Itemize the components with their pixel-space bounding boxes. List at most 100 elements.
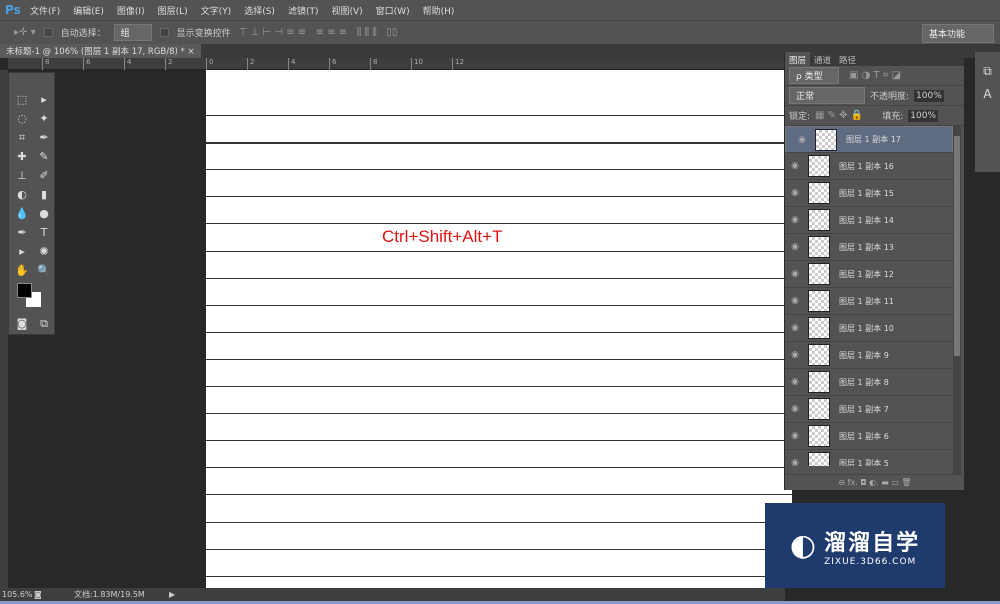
lock-icons[interactable]: ▦ ✎ ✥ 🔒 — [815, 110, 863, 121]
screen-mode-icon[interactable]: ⧉ — [35, 317, 53, 333]
visibility-eye-icon[interactable]: ◉ — [785, 350, 805, 360]
panel-tab[interactable]: 通道 — [810, 52, 835, 66]
menu-item[interactable]: 文件(F) — [30, 4, 60, 17]
layer-name: 图层 1 副本 16 — [839, 161, 894, 171]
opacity-input[interactable]: 100% — [914, 89, 944, 102]
menu-item[interactable]: 选择(S) — [244, 4, 275, 17]
layer-row[interactable]: ◉ 图层 1 副本 6 — [785, 423, 953, 450]
layer-row[interactable]: ◉ 图层 1 副本 14 — [785, 207, 953, 234]
show-transform-label: 显示变换控件 — [176, 29, 231, 39]
layer-row[interactable]: ◉ 图层 1 副本 9 — [785, 342, 953, 369]
status-menu-arrow[interactable]: ▶ — [169, 590, 175, 599]
tool-button[interactable]: ✋ — [13, 264, 31, 280]
tool-button[interactable]: ✺ — [35, 245, 53, 261]
horizontal-line — [206, 142, 792, 145]
menu-item[interactable]: 文字(Y) — [201, 4, 232, 17]
visibility-eye-icon[interactable]: ◉ — [785, 269, 805, 279]
tool-button[interactable]: 🔍 — [35, 264, 53, 280]
visibility-eye-icon[interactable]: ◉ — [785, 404, 805, 414]
layer-row[interactable]: ◉ 图层 1 副本 15 — [785, 180, 953, 207]
tool-button[interactable]: ✦ — [35, 112, 53, 128]
menu-item[interactable]: 帮助(H) — [423, 4, 455, 17]
tool-button[interactable]: ✒ — [13, 226, 31, 242]
tool-button[interactable]: ◌ — [13, 112, 31, 128]
blend-mode-dropdown[interactable]: 正常 — [789, 87, 865, 104]
layer-row[interactable]: ◉ 图层 1 副本 12 — [785, 261, 953, 288]
tool-button[interactable]: ● — [35, 207, 53, 223]
close-icon[interactable]: × — [188, 47, 195, 57]
panel-tab[interactable]: 图层 — [785, 52, 811, 66]
tool-button[interactable]: ✒ — [35, 131, 53, 147]
zoom-level[interactable]: 105.6% — [0, 590, 34, 599]
fill-input[interactable]: 100% — [908, 109, 939, 122]
layer-row[interactable]: ◉ 图层 1 副本 16 — [785, 153, 953, 180]
layer-row[interactable]: ◉ 图层 1 副本 13 — [785, 234, 953, 261]
visibility-eye-icon[interactable]: ◉ — [785, 377, 805, 387]
visibility-eye-icon[interactable]: ◉ — [785, 188, 805, 198]
horizontal-line — [206, 115, 792, 116]
layer-thumbnail — [808, 398, 830, 420]
visibility-eye-icon[interactable]: ◉ — [785, 161, 805, 171]
align-icons[interactable]: ⊤ ⊥ ⊢ ⊣ ≡ ≡ ≡ ≡ ≡ ⫼ ⫼ ⫼ ▯▯ — [239, 27, 398, 38]
visibility-eye-icon[interactable]: ◉ — [785, 323, 805, 333]
visibility-eye-icon[interactable]: ◉ — [785, 296, 805, 306]
visibility-eye-icon[interactable]: ◉ — [785, 431, 805, 441]
document-tab[interactable]: 未标题-1 @ 106% (图层 1 副本 17, RGB/8) * × — [0, 44, 201, 58]
quick-mask-icon[interactable]: ◙ — [13, 317, 31, 333]
layer-row[interactable]: ◉ 图层 1 副本 11 — [785, 288, 953, 315]
tool-button[interactable]: ⬚ — [13, 93, 31, 109]
visibility-eye-icon[interactable]: ◉ — [785, 215, 805, 225]
layer-thumbnail — [815, 128, 837, 151]
layer-row[interactable]: ◉ 图层 1 副本 17 — [785, 126, 953, 153]
horizontal-line — [206, 331, 792, 333]
auto-select-dropdown[interactable]: 组 — [113, 24, 152, 41]
menu-item[interactable]: 视图(V) — [331, 4, 362, 17]
tool-button[interactable]: ✎ — [35, 150, 53, 166]
ruler-tick: 2 — [247, 58, 254, 70]
horizontal-line — [206, 521, 792, 523]
canvas[interactable] — [206, 70, 792, 588]
layer-row[interactable]: ◉ 图层 1 副本 5 — [785, 450, 953, 466]
status-bar: 105.6% ◙ 文档:1.83M/19.5M ▶ — [0, 588, 785, 601]
layer-thumbnail — [808, 182, 830, 204]
character-icon[interactable]: A — [975, 87, 1000, 101]
panel-tab[interactable]: 路径 — [835, 52, 860, 66]
tool-button[interactable]: ◐ — [13, 188, 31, 204]
tool-button[interactable]: ✚ — [13, 150, 31, 166]
menu-item[interactable]: 图层(L) — [158, 4, 188, 17]
move-tool-icon[interactable]: ▸✛ ▾ — [14, 27, 36, 38]
tool-button[interactable]: 💧 — [13, 207, 31, 223]
filter-icons[interactable]: ▣ ◑ T ⌗ ◪ — [849, 70, 901, 81]
menu-item[interactable]: 编辑(E) — [73, 4, 104, 17]
layer-name: 图层 1 副本 7 — [839, 404, 889, 414]
tool-button[interactable]: ▸ — [13, 245, 31, 261]
ruler-tick: 10 — [411, 58, 423, 70]
show-transform-checkbox[interactable] — [159, 28, 169, 37]
layer-row[interactable]: ◉ 图层 1 副本 7 — [785, 396, 953, 423]
workspace-dropdown[interactable]: 基本功能 — [922, 24, 994, 43]
layers-scrollbar[interactable] — [953, 126, 961, 474]
visibility-eye-icon[interactable]: ◉ — [792, 135, 812, 145]
auto-select-checkbox[interactable] — [43, 28, 53, 37]
horizontal-line — [206, 169, 792, 171]
layer-filter-dropdown[interactable]: ρ 类型 — [789, 67, 839, 84]
options-bar: ▸✛ ▾ 自动选择： 组 显示变换控件 ⊤ ⊥ ⊢ ⊣ ≡ ≡ ≡ ≡ ≡ ⫼ … — [0, 20, 1000, 44]
menu-item[interactable]: 图像(I) — [117, 4, 145, 17]
visibility-eye-icon[interactable]: ◉ — [785, 242, 805, 252]
layer-row[interactable]: ◉ 图层 1 副本 8 — [785, 369, 953, 396]
menu-item[interactable]: 滤镜(T) — [288, 4, 319, 17]
status-icon[interactable]: ◙ — [34, 590, 74, 599]
menu-item[interactable]: 窗口(W) — [376, 4, 410, 17]
layer-actions[interactable]: ⊖ fx. ◘ ◐. ▬ ▭ 🗑 — [785, 474, 965, 490]
tool-button[interactable]: ▸ — [35, 93, 53, 109]
layer-row[interactable]: ◉ 图层 1 副本 10 — [785, 315, 953, 342]
history-icon[interactable]: ⧉ — [975, 64, 1000, 79]
tool-button[interactable]: T — [35, 226, 53, 242]
tool-button[interactable]: ⊥ — [13, 169, 31, 185]
tool-button[interactable]: ⌗ — [13, 131, 31, 147]
horizontal-line — [206, 413, 792, 415]
foreground-color[interactable] — [17, 283, 32, 298]
tool-button[interactable]: ✐ — [35, 169, 53, 185]
visibility-eye-icon[interactable]: ◉ — [785, 458, 805, 466]
tool-button[interactable]: ▮ — [35, 188, 53, 204]
